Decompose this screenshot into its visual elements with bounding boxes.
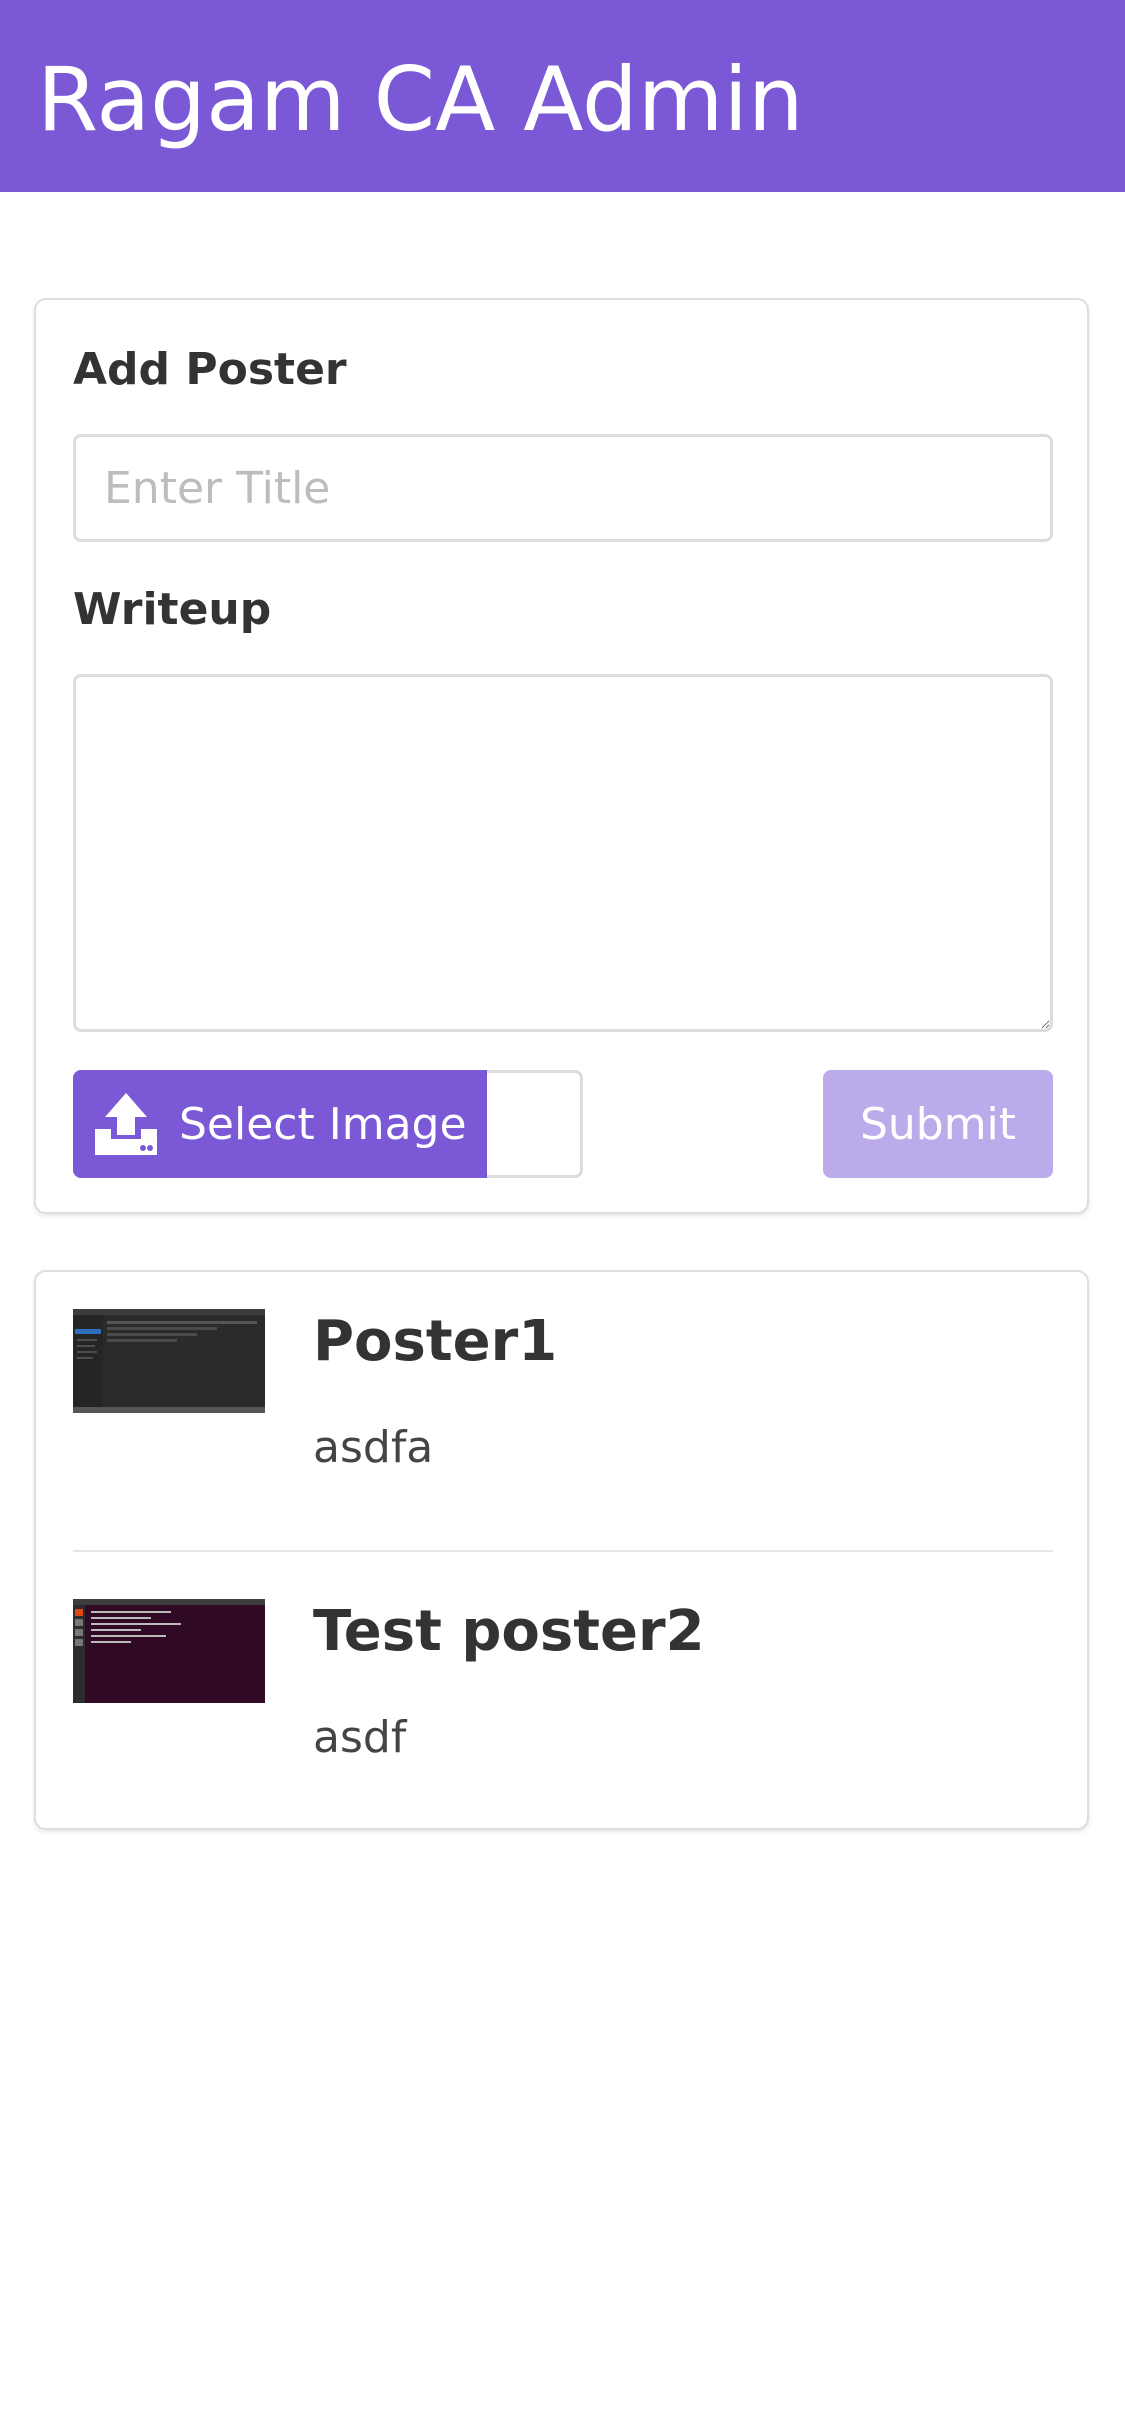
app-header: Ragam CA Admin: [0, 0, 1125, 192]
list-item[interactable]: Test poster2 asdf: [36, 1562, 1087, 1832]
upload-icon: [93, 1091, 159, 1157]
selected-file-name[interactable]: [487, 1070, 583, 1178]
poster-title: Test poster2: [313, 1599, 705, 1664]
writeup-textarea[interactable]: [73, 674, 1053, 1032]
image-file-picker: Select Image: [73, 1070, 583, 1178]
poster-thumbnail: [73, 1599, 265, 1703]
poster-writeup: asdf: [313, 1712, 407, 1763]
submit-button[interactable]: Submit: [823, 1070, 1053, 1178]
list-divider: [73, 1550, 1053, 1552]
poster-writeup: asdfa: [313, 1422, 434, 1473]
app-title: Ragam CA Admin: [37, 48, 804, 151]
poster-thumbnail: [73, 1309, 265, 1413]
add-poster-label: Add Poster: [73, 344, 347, 395]
writeup-label: Writeup: [73, 584, 272, 635]
poster-list: Poster1 asdfa Test poster2 asdf: [34, 1270, 1089, 1830]
poster-title: Poster1: [313, 1309, 558, 1374]
list-item[interactable]: Poster1 asdfa: [36, 1272, 1087, 1552]
title-input[interactable]: [73, 434, 1053, 542]
add-poster-card: Add Poster Writeup Select Image Submit: [34, 298, 1089, 1214]
select-image-label: Select Image: [179, 1098, 467, 1150]
select-image-button[interactable]: Select Image: [73, 1070, 487, 1178]
